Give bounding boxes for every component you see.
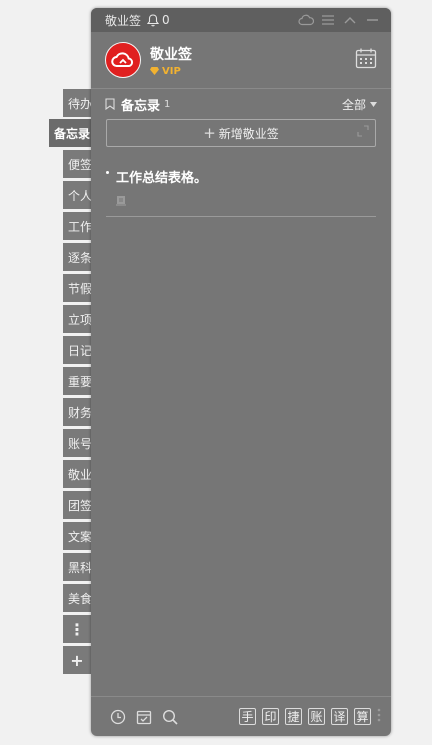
avatar[interactable] [105, 42, 141, 78]
search-button[interactable] [157, 704, 183, 730]
app-title: 敬业签 [105, 13, 142, 28]
tab-work[interactable]: 工作 [63, 212, 91, 240]
user-header: 敬业签 VIP [91, 32, 391, 89]
quick-handwrite-button[interactable]: 手 [239, 708, 256, 725]
tab-personal[interactable]: 个人 [63, 181, 91, 209]
history-button[interactable] [105, 704, 131, 730]
main-panel: 敬业签 0 敬业签 VIP 备忘录 1 全部 + 新增敬业签 工作总结表格。 手… [91, 8, 391, 736]
calendar-check-icon [136, 710, 152, 724]
notification-button[interactable]: 0 [147, 13, 170, 27]
tab-account[interactable]: 账号 [63, 429, 91, 457]
caret-down-icon [370, 101, 377, 107]
footer-toolbar: 手 印 捷 账 译 算 [91, 696, 391, 736]
add-note-label: 新增敬业签 [218, 126, 279, 141]
note-text: 工作总结表格。 [116, 171, 208, 186]
tab-project[interactable]: 立项 [63, 305, 91, 333]
tab-important[interactable]: 重要 [63, 367, 91, 395]
footer-more-button[interactable] [377, 707, 381, 727]
plus-icon: + [203, 124, 216, 142]
collapse-button[interactable] [339, 8, 361, 32]
quick-calculate-button[interactable]: 算 [354, 708, 371, 725]
bookmark-icon [105, 98, 115, 110]
add-note-button[interactable]: + 新增敬业签 [106, 119, 376, 147]
section-title: 备忘录 [121, 98, 161, 114]
note-item[interactable]: 工作总结表格。 [106, 167, 376, 217]
filter-label: 全部 [341, 97, 366, 112]
minimize-icon [366, 19, 378, 21]
calendar-button[interactable] [355, 47, 377, 73]
notification-count: 0 [162, 13, 170, 27]
cloud-sync-button[interactable] [295, 8, 317, 32]
menu-button[interactable] [317, 8, 339, 32]
tab-sticky[interactable]: 便签 [63, 150, 91, 178]
title-bar[interactable]: 敬业签 0 [91, 8, 391, 32]
minimize-button[interactable] [361, 8, 383, 32]
tab-diary[interactable]: 日记 [63, 336, 91, 364]
more-vertical-icon [377, 708, 381, 721]
task-calendar-button[interactable] [131, 704, 157, 730]
chevron-up-icon [344, 17, 356, 24]
vip-badge[interactable]: VIP [150, 66, 355, 77]
bell-icon [147, 13, 160, 26]
quick-shortcut-button[interactable]: 捷 [285, 708, 302, 725]
side-tabs: 待办 备忘录 便签 个人 工作 逐条 节假 立项 日记 重要 财务 账号 敬业 … [0, 0, 100, 745]
tab-team[interactable]: 团签 [63, 491, 91, 519]
tab-copywriting[interactable]: 文案 [63, 522, 91, 550]
filter-dropdown[interactable]: 全部 [342, 96, 377, 113]
quick-ledger-button[interactable]: 账 [308, 708, 325, 725]
tab-finance[interactable]: 财务 [63, 398, 91, 426]
bullet-icon [106, 171, 109, 174]
note-type [115, 192, 376, 208]
tab-jingye[interactable]: 敬业 [63, 460, 91, 488]
calendar-icon [355, 48, 377, 69]
tab-food[interactable]: 美食 [63, 584, 91, 612]
diamond-icon [150, 67, 159, 75]
section-header: 备忘录 1 全部 [91, 89, 391, 119]
quick-print-button[interactable]: 印 [262, 708, 279, 725]
section-count: 1 [164, 98, 171, 110]
vip-label: VIP [162, 65, 181, 77]
clock-icon [110, 709, 126, 724]
search-icon [162, 709, 178, 725]
tab-tech[interactable]: 黑科 [63, 553, 91, 581]
user-name: 敬业签 [150, 46, 192, 63]
tab-todo[interactable]: 待办 [63, 89, 91, 117]
cloud-icon [298, 14, 314, 26]
logo-cloud-icon [111, 52, 134, 67]
note-type-icon [116, 196, 126, 206]
tab-itemized[interactable]: 逐条 [63, 243, 91, 271]
tab-more-button[interactable]: ⋮ [63, 615, 91, 643]
expand-icon [357, 125, 369, 137]
expand-editor-button[interactable] [357, 125, 369, 140]
quick-translate-button[interactable]: 译 [331, 708, 348, 725]
menu-icon [322, 15, 334, 25]
tab-holiday[interactable]: 节假 [63, 274, 91, 302]
tab-memo[interactable]: 备忘录 [49, 119, 93, 147]
user-info: 敬业签 VIP [150, 44, 355, 77]
tab-add-button[interactable]: + [63, 646, 91, 674]
